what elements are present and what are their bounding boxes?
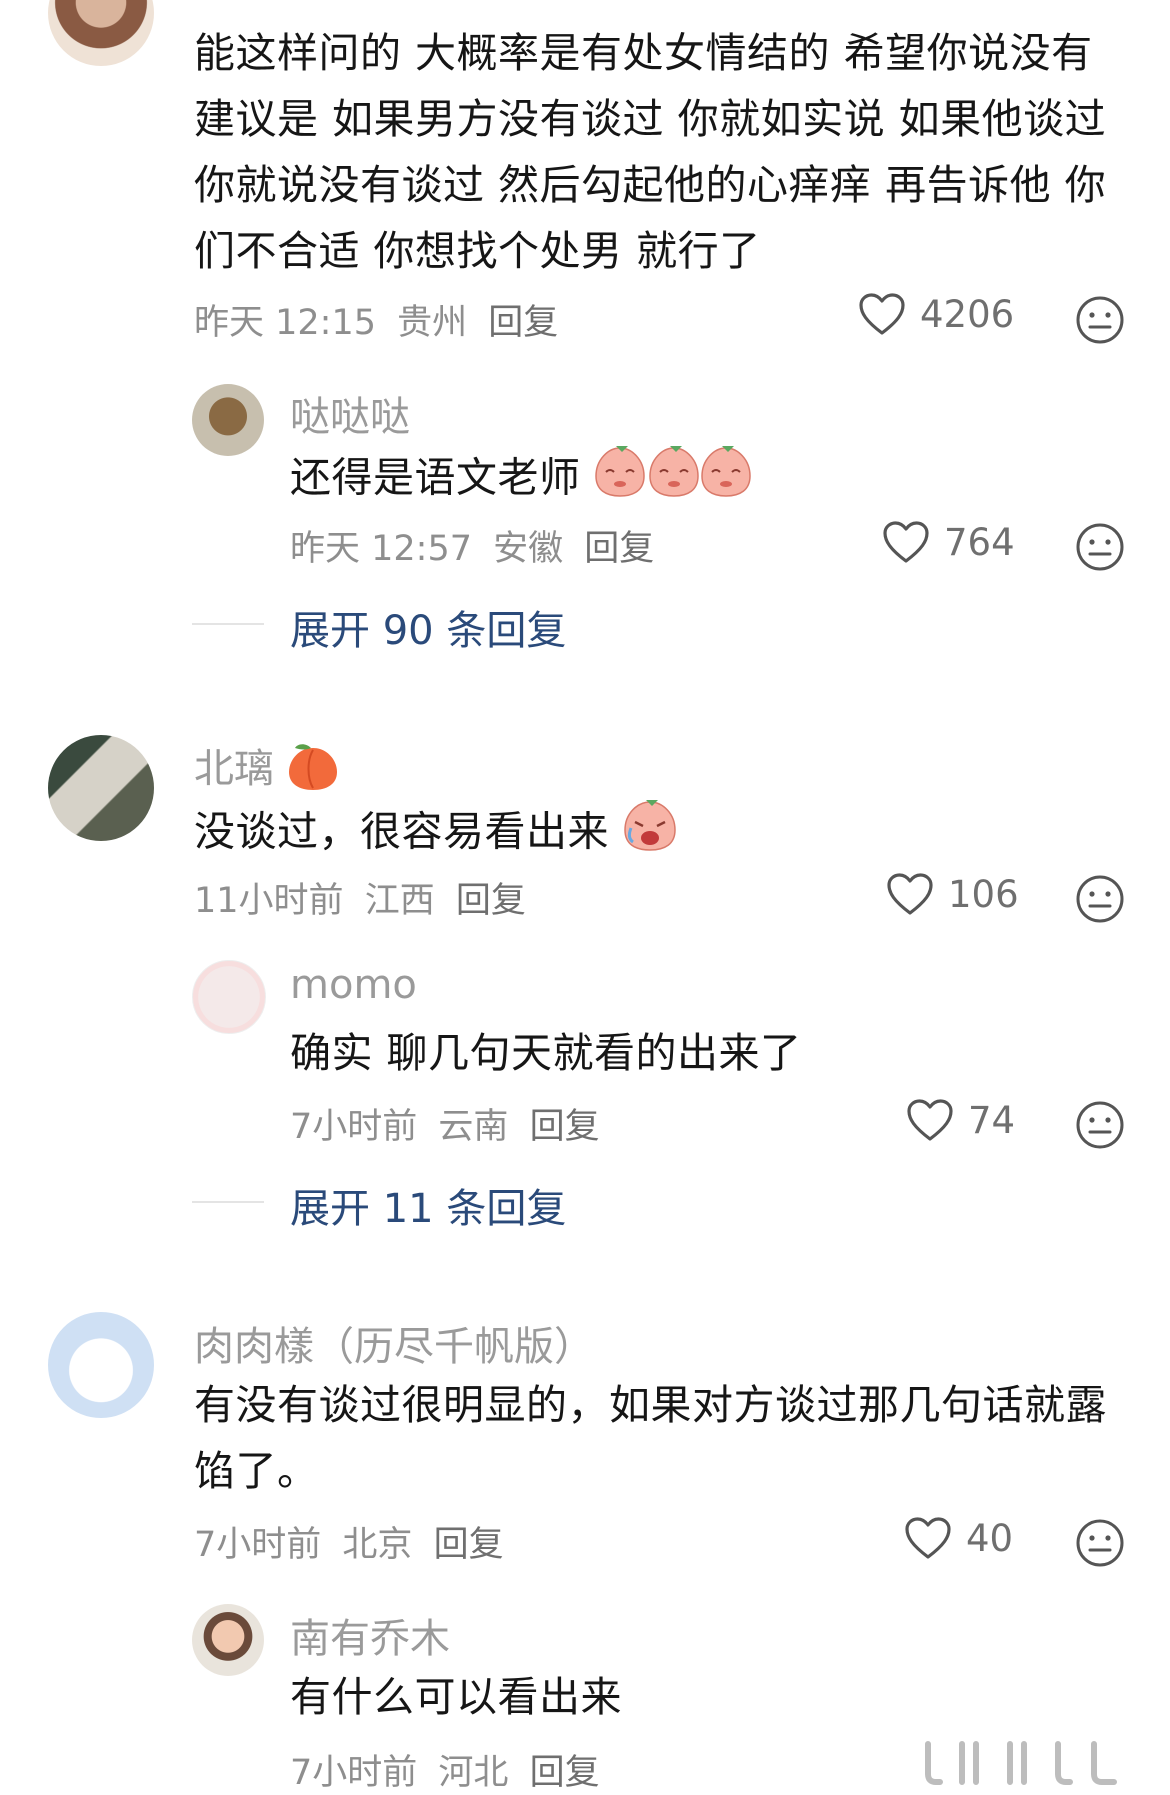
reply-region: 安徽 [493, 529, 564, 569]
comment-author[interactable]: 北璃 [194, 736, 339, 802]
reply-region: 云南 [438, 1107, 509, 1147]
reply-button[interactable]: 回复 [530, 1753, 600, 1793]
comment-text: 没谈过，很容易看出来 [194, 796, 677, 873]
heart-outline-icon [859, 293, 905, 335]
comment-region: 北京 [342, 1525, 413, 1565]
reply-meta: 昨天 12:57 安徽 回复 [290, 520, 664, 571]
like-button[interactable]: 40 [904, 1516, 1013, 1560]
peach-icon [287, 740, 339, 802]
like-count: 40 [966, 1516, 1014, 1560]
reply-button[interactable]: 回复 [456, 881, 526, 921]
react-button[interactable] [1075, 522, 1125, 576]
reply-avatar[interactable] [192, 384, 264, 456]
reply-text: 还得是语文老师 [290, 442, 752, 519]
like-button[interactable]: 764 [882, 520, 1015, 564]
neutral-face-icon [1076, 1101, 1124, 1149]
crying-peach-sticker-icon [623, 796, 677, 873]
like-button[interactable]: 106 [886, 872, 1019, 916]
like-count: 74 [968, 1098, 1016, 1142]
comment-time: 7小时前 [194, 1525, 322, 1565]
watermark-logo [918, 1736, 1138, 1786]
reply-text: 有什么可以看出来 [290, 1673, 622, 1721]
reply-author[interactable]: 南有乔木 [290, 1606, 450, 1664]
reply-avatar[interactable] [192, 960, 266, 1034]
reply-meta: 7小时前 河北 回复 [290, 1744, 610, 1795]
react-button[interactable] [1075, 1518, 1125, 1572]
comment-time: 昨天 12:15 [194, 303, 376, 343]
expand-replies-button[interactable]: 展开 11 条回复 [290, 1176, 566, 1234]
react-button[interactable] [1075, 295, 1125, 349]
like-count: 106 [948, 872, 1019, 916]
comment-meta: 11小时前 江西 回复 [194, 872, 536, 923]
neutral-face-icon [1076, 296, 1124, 344]
expand-replies-button[interactable]: 展开 90 条回复 [290, 598, 566, 656]
comment-meta: 昨天 12:15 贵州 回复 [194, 294, 568, 345]
neutral-face-icon [1076, 523, 1124, 571]
react-button[interactable] [1075, 1100, 1125, 1154]
reply-button[interactable]: 回复 [488, 303, 558, 343]
divider [192, 623, 264, 625]
comment-meta: 7小时前 北京 回复 [194, 1516, 514, 1567]
neutral-face-icon [1076, 875, 1124, 923]
peach-sticker-icon [594, 442, 752, 519]
like-count: 764 [944, 520, 1015, 564]
reply-time: 昨天 12:57 [290, 529, 472, 569]
reply-button[interactable]: 回复 [434, 1525, 504, 1565]
comment-region: 江西 [364, 881, 435, 921]
comment-author[interactable]: 肉肉樣（历尽千帆版） [194, 1314, 594, 1372]
heart-outline-icon [905, 1517, 951, 1559]
reply-text: 确实 聊几句天就看的出来了 [290, 1029, 802, 1077]
react-button[interactable] [1075, 874, 1125, 928]
reply-author[interactable]: 哒哒哒 [290, 384, 410, 442]
like-button[interactable]: 4206 [858, 292, 1014, 336]
comment-text: 能这样问的 大概率是有处女情结的 希望你说没有 建议是 如果男方没有谈过 你就如… [194, 29, 1107, 275]
heart-outline-icon [883, 521, 929, 563]
reply-region: 河北 [438, 1753, 509, 1793]
like-count: 4206 [920, 292, 1015, 336]
comment-time: 11小时前 [194, 881, 344, 921]
reply-button[interactable]: 回复 [530, 1107, 600, 1147]
reply-avatar[interactable] [192, 1604, 264, 1676]
reply-author[interactable]: momo [290, 962, 417, 1008]
heart-outline-icon [887, 873, 933, 915]
heart-outline-icon [907, 1099, 953, 1141]
like-button[interactable]: 74 [906, 1098, 1015, 1142]
avatar[interactable] [48, 735, 154, 841]
reply-meta: 7小时前 云南 回复 [290, 1098, 610, 1149]
comment-region: 贵州 [397, 303, 468, 343]
avatar[interactable] [48, 1312, 154, 1418]
reply-button[interactable]: 回复 [584, 529, 654, 569]
reply-time: 7小时前 [290, 1107, 418, 1147]
comment-text: 有没有谈过很明显的，如果对方谈过那几句话就露馅了。 [194, 1381, 1107, 1495]
avatar[interactable] [48, 0, 154, 66]
neutral-face-icon [1076, 1519, 1124, 1567]
divider [192, 1201, 264, 1203]
reply-time: 7小时前 [290, 1753, 418, 1793]
